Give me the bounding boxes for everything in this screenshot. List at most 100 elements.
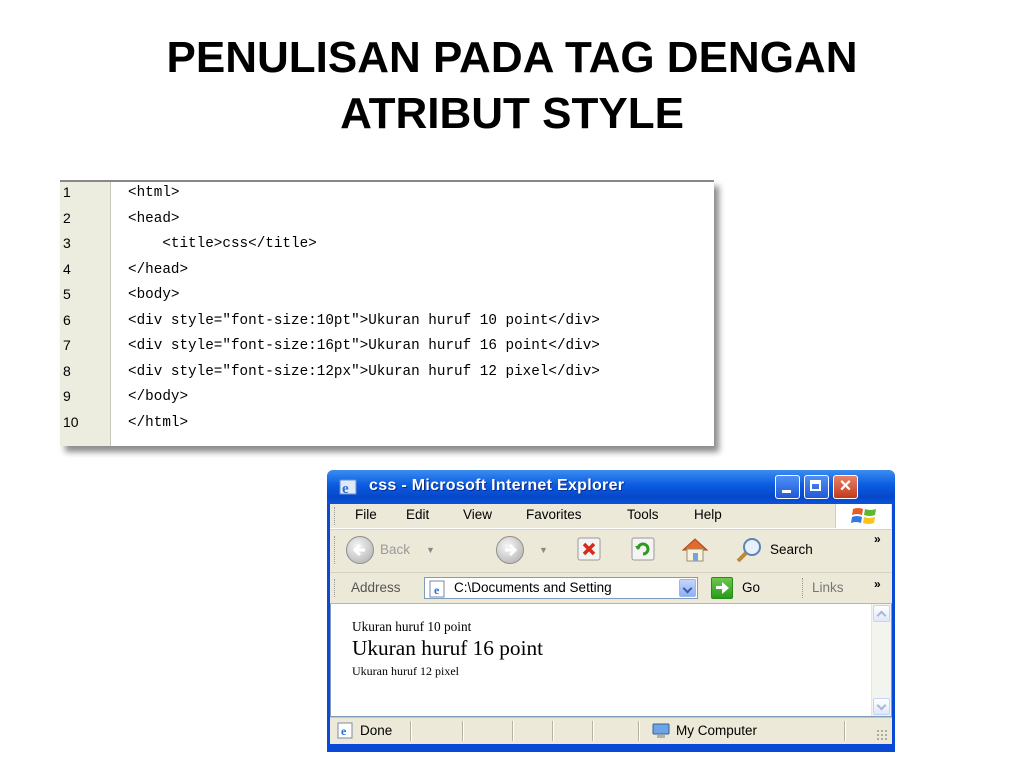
- code-text: <title>css</title>: [128, 236, 317, 252]
- status-separator: [410, 721, 412, 741]
- search-magnifier-icon: [736, 538, 761, 563]
- menu-favorites[interactable]: Favorites: [526, 507, 582, 522]
- text-12px: Ukuran huruf 12 pixel: [352, 664, 459, 678]
- toolbar-overflow-icon[interactable]: »: [874, 532, 881, 546]
- svg-text:e: e: [341, 724, 347, 738]
- code-line: 7 <div style="font-size:16pt">Ukuran huru…: [60, 335, 714, 361]
- address-input[interactable]: e C:\Documents and Setting: [424, 577, 698, 599]
- menu-grip: [334, 507, 338, 525]
- maximize-button[interactable]: [804, 475, 829, 499]
- close-button[interactable]: ×: [833, 475, 858, 499]
- back-button[interactable]: Back ▼: [346, 536, 441, 566]
- code-line: 9 </body>: [60, 386, 714, 412]
- stop-button[interactable]: [576, 536, 604, 566]
- scroll-up-icon[interactable]: [873, 605, 890, 622]
- vertical-scrollbar[interactable]: [871, 604, 891, 716]
- status-bar: e Done My Computer: [330, 717, 892, 744]
- code-line: 10 </html>: [60, 412, 714, 438]
- address-dropdown-icon[interactable]: [679, 579, 696, 597]
- ie-icon: e: [339, 479, 357, 497]
- status-separator: [844, 721, 846, 741]
- minimize-button[interactable]: [775, 475, 800, 499]
- forward-button[interactable]: ▼: [496, 536, 556, 566]
- search-label: Search: [770, 542, 813, 557]
- address-label: Address: [351, 580, 401, 595]
- slide-title-line-1: PENULISAN PADA TAG DENGAN: [166, 33, 858, 82]
- address-grip: [334, 579, 338, 597]
- go-button[interactable]: Go: [742, 580, 760, 595]
- code-text: <body>: [128, 287, 180, 303]
- back-arrow-icon: [346, 536, 374, 564]
- menu-help[interactable]: Help: [694, 507, 722, 522]
- line-number: 3: [63, 235, 71, 251]
- windows-flag-icon: [851, 508, 876, 524]
- forward-arrow-icon: [496, 536, 524, 564]
- slide-title: PENULISAN PADA TAG DENGAN ATRIBUT STYLE: [0, 30, 1024, 142]
- code-text: </body>: [128, 389, 189, 405]
- page-icon: e: [429, 580, 445, 598]
- toolbar-grip: [334, 536, 338, 564]
- scroll-down-icon[interactable]: [873, 698, 890, 715]
- code-line: 6 <div style="font-size:10pt">Ukuran huru…: [60, 310, 714, 336]
- home-button[interactable]: [680, 536, 710, 566]
- code-text: <html>: [128, 185, 180, 201]
- links-separator: [802, 578, 803, 598]
- title-bar[interactable]: e css - Microsoft Internet Explorer ×: [327, 470, 895, 504]
- code-line: 8 <div style="font-size:12px">Ukuran huru…: [60, 361, 714, 387]
- status-separator: [638, 721, 640, 741]
- code-text: <div style="font-size:16pt">Ukuran huruf…: [128, 338, 600, 354]
- menu-view[interactable]: View: [463, 507, 492, 522]
- page-status-icon: e: [337, 722, 353, 739]
- line-number: 8: [63, 362, 71, 379]
- text-10pt: Ukuran huruf 10 point: [352, 619, 472, 634]
- line-number: 6: [63, 311, 71, 328]
- line-number: 5: [63, 286, 71, 302]
- code-text: </head>: [128, 261, 189, 278]
- code-line: 1 <html>: [60, 182, 714, 208]
- menu-edit[interactable]: Edit: [406, 507, 429, 522]
- links-button[interactable]: Links: [812, 580, 844, 595]
- security-zone-text: My Computer: [676, 723, 758, 738]
- line-number: 7: [63, 337, 71, 353]
- status-text: Done: [360, 723, 393, 738]
- computer-icon: [652, 723, 670, 738]
- status-separator: [552, 721, 554, 741]
- go-arrow-icon[interactable]: [711, 577, 733, 599]
- address-bar: Address e C:\Documents and Setting Go Li…: [330, 573, 892, 604]
- ie-window: e css - Microsoft Internet Explorer × Fi…: [327, 470, 895, 752]
- refresh-icon: [631, 537, 655, 561]
- code-text: <head>: [128, 210, 180, 227]
- line-number: 10: [63, 413, 79, 430]
- svg-text:e: e: [434, 583, 440, 597]
- back-label: Back: [380, 542, 411, 557]
- address-value: C:\Documents and Setting: [454, 580, 612, 595]
- line-number: 9: [63, 388, 71, 404]
- menu-tools[interactable]: Tools: [627, 507, 659, 522]
- menu-file[interactable]: File: [355, 507, 377, 522]
- status-separator: [462, 721, 464, 741]
- standard-toolbar: Back ▼ ▼ Search »: [330, 529, 892, 573]
- home-icon: [681, 538, 709, 562]
- code-text: <div style="font-size:12px">Ukuran huruf…: [128, 363, 600, 380]
- line-number: 4: [63, 260, 71, 277]
- code-line: 5 <body>: [60, 284, 714, 310]
- code-line: 3 <title>css</title>: [60, 233, 714, 259]
- code-line: 4 </head>: [60, 259, 714, 285]
- text-16pt: Ukuran huruf 16 point: [352, 636, 544, 660]
- search-button[interactable]: Search: [734, 536, 854, 566]
- menu-bar: File Edit View Favorites Tools Help: [330, 504, 892, 529]
- window-title: css - Microsoft Internet Explorer: [369, 477, 625, 494]
- resize-grip[interactable]: [876, 729, 888, 741]
- code-text: <div style="font-size:10pt">Ukuran huruf…: [128, 312, 600, 329]
- line-number: 2: [63, 209, 71, 226]
- svg-text:e: e: [342, 481, 349, 497]
- refresh-button[interactable]: [630, 536, 658, 566]
- status-separator: [512, 721, 514, 741]
- stop-icon: [577, 537, 601, 561]
- code-line: 2 <head>: [60, 208, 714, 234]
- links-overflow-icon[interactable]: »: [874, 577, 881, 591]
- forward-dropdown-icon[interactable]: ▼: [539, 545, 548, 555]
- page-content: Ukuran huruf 10 point Ukuran huruf 16 po…: [330, 604, 892, 717]
- line-number: 1: [63, 184, 71, 200]
- back-dropdown-icon[interactable]: ▼: [426, 545, 435, 555]
